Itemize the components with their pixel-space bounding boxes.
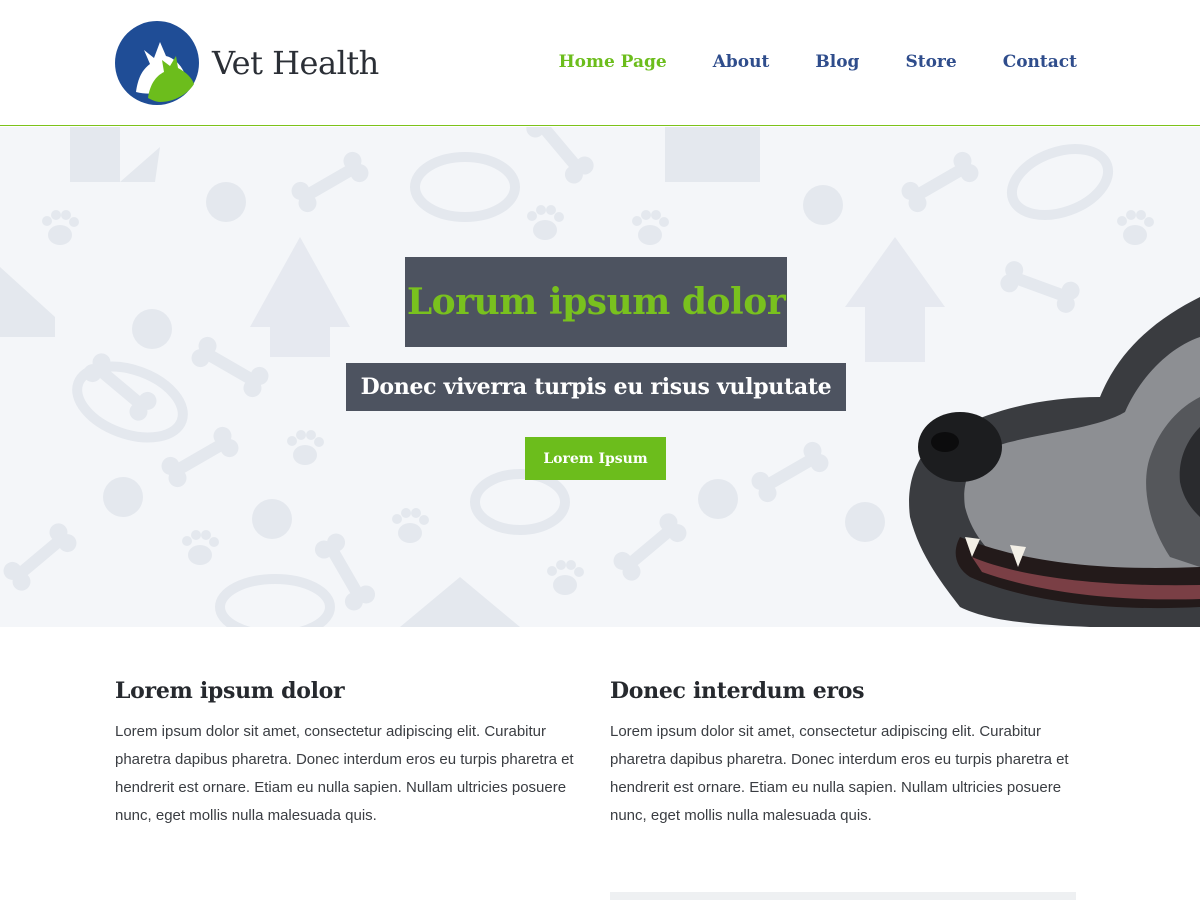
site-logo[interactable]: Vet Health bbox=[114, 20, 379, 106]
bone-icon bbox=[191, 336, 269, 398]
hero-title-box: Lorum ipsum dolor bbox=[405, 257, 787, 347]
site-name: Vet Health bbox=[212, 44, 379, 82]
site-header: Vet Health Home Page About Blog Store Co… bbox=[0, 0, 1200, 126]
house-icon bbox=[70, 127, 160, 182]
bone-icon bbox=[751, 441, 829, 503]
ball-icon bbox=[132, 309, 172, 349]
paw-icon bbox=[287, 430, 324, 465]
nav-item-home[interactable]: Home Page bbox=[559, 52, 667, 72]
bowl-icon bbox=[215, 574, 335, 627]
bone-icon bbox=[613, 513, 687, 581]
column-heading: Lorem ipsum dolor bbox=[115, 678, 345, 704]
paw-icon bbox=[527, 205, 564, 240]
bowl-icon bbox=[410, 152, 520, 222]
dog-cat-logo-icon bbox=[115, 21, 199, 105]
bone-icon bbox=[526, 127, 594, 184]
content-column-right: Donec interdum eros Lorem ipsum dolor si… bbox=[610, 678, 1080, 830]
house-icon bbox=[400, 577, 520, 627]
hero-banner: Lorum ipsum dolor Donec viverra turpis e… bbox=[0, 127, 1200, 627]
nav-item-blog[interactable]: Blog bbox=[815, 52, 859, 72]
ball-icon bbox=[252, 499, 292, 539]
hero-subtitle: Donec viverra turpis eu risus vulputate bbox=[360, 374, 832, 400]
paw-icon bbox=[182, 530, 219, 565]
paw-icon bbox=[42, 210, 79, 245]
ball-icon bbox=[206, 182, 246, 222]
column-body: Lorem ipsum dolor sit amet, consectetur … bbox=[115, 723, 574, 824]
hero-title: Lorum ipsum dolor bbox=[406, 281, 786, 323]
paw-icon bbox=[392, 508, 429, 543]
house-icon bbox=[250, 237, 350, 357]
dog-photo bbox=[909, 297, 1200, 627]
bone-icon bbox=[901, 151, 979, 213]
main-nav: Home Page About Blog Store Contact bbox=[559, 52, 1077, 72]
bone-icon bbox=[291, 151, 369, 213]
bone-icon bbox=[3, 523, 77, 591]
ball-icon bbox=[103, 477, 143, 517]
content-column-left: Lorem ipsum dolor Lorem ipsum dolor sit … bbox=[115, 678, 585, 830]
ball-icon bbox=[845, 502, 885, 542]
paw-icon bbox=[547, 560, 584, 595]
house-icon bbox=[0, 267, 55, 337]
nav-item-store[interactable]: Store bbox=[905, 52, 956, 72]
ball-icon bbox=[803, 185, 843, 225]
content-panel-top bbox=[610, 892, 1076, 900]
paw-icon bbox=[632, 210, 669, 245]
house-icon bbox=[665, 127, 760, 182]
column-body: Lorem ipsum dolor sit amet, consectetur … bbox=[610, 723, 1069, 824]
nav-item-about[interactable]: About bbox=[713, 52, 770, 72]
column-heading: Donec interdum eros bbox=[610, 678, 865, 704]
bowl-icon bbox=[470, 469, 570, 535]
bone-icon bbox=[314, 533, 376, 611]
ball-icon bbox=[698, 479, 738, 519]
hero-subtitle-box: Donec viverra turpis eu risus vulputate bbox=[346, 363, 846, 411]
hero-cta-button[interactable]: Lorem Ipsum bbox=[525, 437, 666, 480]
bowl-icon bbox=[1006, 144, 1114, 220]
nav-item-contact[interactable]: Contact bbox=[1003, 52, 1077, 72]
